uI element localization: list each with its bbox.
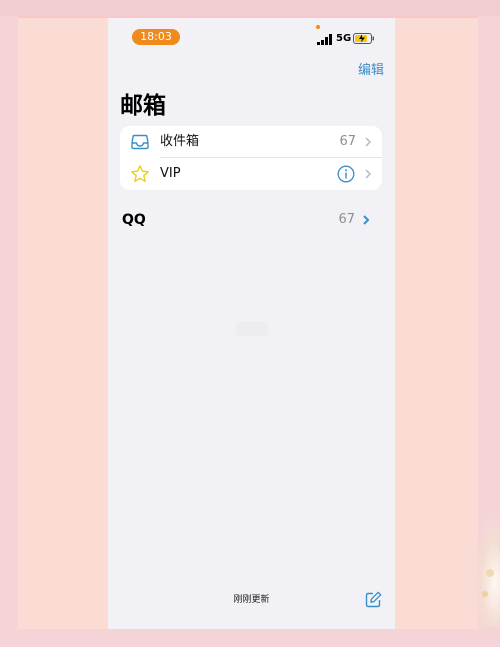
account-row-qq[interactable]: QQ 67: [108, 208, 395, 232]
account-label: QQ: [122, 212, 146, 228]
mailboxes-card: 收件箱 67 VIP: [120, 126, 382, 190]
chevron-right-icon[interactable]: [362, 212, 370, 228]
signal-bars-icon: [317, 34, 332, 45]
status-bar: 18:03 5G: [108, 18, 395, 54]
privacy-indicator-dot: [316, 25, 320, 29]
mailbox-label: 收件箱: [160, 134, 200, 149]
backdrop-top: [0, 0, 500, 16]
network-type: 5G: [336, 33, 352, 44]
info-icon[interactable]: [337, 165, 355, 183]
mailbox-row-inbox[interactable]: 收件箱 67: [120, 126, 382, 158]
chevron-right-icon: [365, 137, 372, 147]
faint-placeholder: [236, 322, 268, 336]
page-title: 邮箱: [120, 93, 166, 119]
battery-charging-icon: [353, 33, 374, 44]
edit-button[interactable]: 编辑: [358, 62, 384, 80]
star-icon: [131, 165, 149, 183]
flower-bud: [486, 569, 494, 577]
mailbox-label: VIP: [160, 166, 181, 181]
flower-bud: [482, 591, 488, 597]
compose-icon[interactable]: [365, 591, 382, 608]
account-count: 67: [338, 212, 355, 227]
chevron-right-icon: [365, 169, 372, 179]
mailbox-row-vip[interactable]: VIP: [120, 158, 382, 190]
phone-screen: 18:03 5G 编辑 邮箱 收件箱 67 VIP QQ 67 刚刚更新: [108, 18, 395, 629]
status-time: 18:03: [132, 29, 180, 45]
update-status: 刚刚更新: [233, 595, 270, 605]
mailbox-count: 67: [339, 134, 356, 149]
backdrop-left-panel: [18, 18, 110, 629]
inbox-tray-icon: [131, 134, 149, 150]
backdrop-right-panel: [392, 18, 478, 629]
